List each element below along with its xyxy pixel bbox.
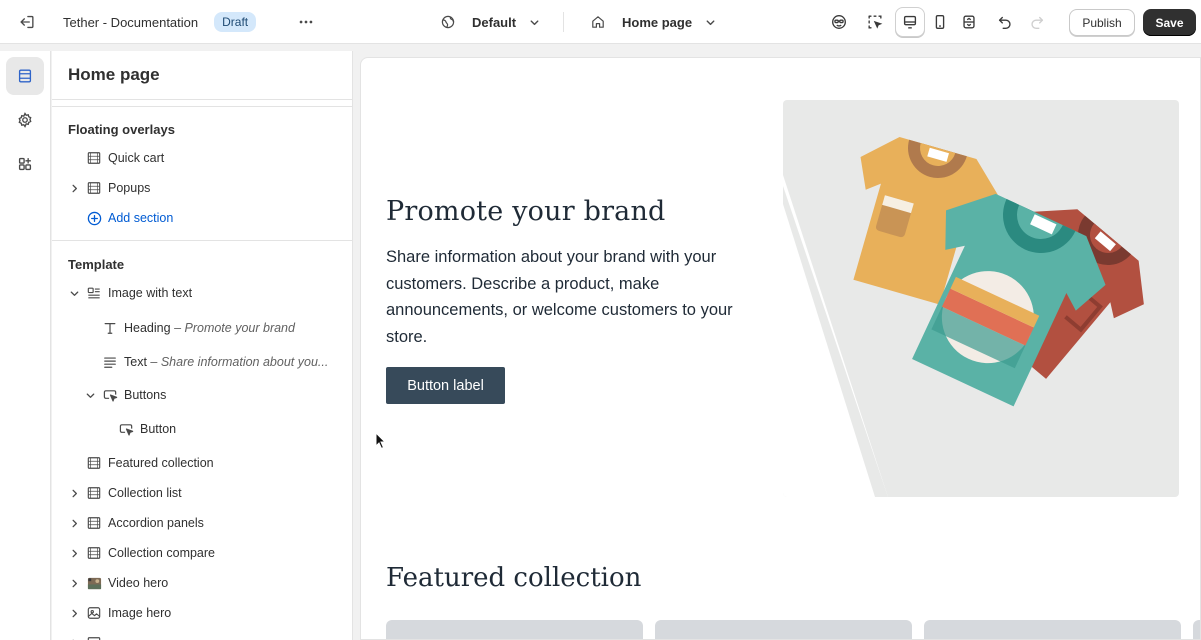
- block-item-sub: – Share information about you...: [150, 355, 329, 369]
- plus-circle-icon: [86, 210, 102, 226]
- chevron-down-icon[interactable]: [84, 389, 96, 401]
- chevron-down-icon[interactable]: [68, 287, 80, 299]
- redo-icon[interactable]: [1022, 7, 1052, 37]
- section-item-label: Collection list: [108, 486, 182, 500]
- button-block-icon: [118, 421, 134, 437]
- chevron-right-icon[interactable]: [68, 517, 80, 529]
- more-actions-icon[interactable]: [291, 7, 321, 37]
- desktop-view-icon[interactable]: [895, 7, 925, 37]
- divider: [52, 240, 352, 241]
- text-type-icon: [102, 320, 118, 336]
- group-title-template: Template: [68, 257, 125, 272]
- hero-heading[interactable]: Promote your brand: [386, 196, 666, 227]
- divider: [563, 12, 564, 32]
- page-selector-label: Home page: [622, 14, 693, 30]
- image-icon: [86, 605, 102, 621]
- top-bar: Tether - Documentation Draft Default Hom…: [0, 0, 1201, 44]
- product-card[interactable]: [1193, 620, 1200, 639]
- inspector-icon[interactable]: [860, 7, 890, 37]
- mobile-view-icon[interactable]: [925, 7, 955, 37]
- status-badge: Draft: [214, 12, 257, 32]
- section-item-collection-compare[interactable]: Collection compare: [52, 540, 352, 566]
- section-icon: [86, 515, 102, 531]
- chevron-down-icon: [704, 15, 718, 29]
- app-title: Tether - Documentation: [63, 14, 199, 30]
- theme-selector[interactable]: Default: [440, 0, 542, 44]
- settings-gear-icon[interactable]: [6, 101, 44, 139]
- full-width-icon[interactable]: [954, 7, 984, 37]
- hero-image[interactable]: [783, 100, 1179, 497]
- section-item-video-hero[interactable]: Video hero: [52, 570, 352, 596]
- section-icon: [86, 180, 102, 196]
- section-item-accordion-panels[interactable]: Accordion panels: [52, 510, 352, 536]
- sections-sidebar: Home page Floating overlays Quick cart P…: [52, 51, 353, 640]
- section-item-image-hero[interactable]: Image hero: [52, 600, 352, 626]
- product-card[interactable]: [924, 620, 1181, 639]
- video-thumbnail-icon: [86, 575, 102, 591]
- chevron-right-icon[interactable]: [68, 577, 80, 589]
- image-with-text-icon: [86, 285, 102, 301]
- save-button[interactable]: Save: [1143, 9, 1196, 36]
- section-icon: [86, 635, 102, 640]
- divider: [52, 106, 352, 107]
- block-item-label: Text: [124, 355, 147, 369]
- chevron-down-icon: [528, 15, 542, 29]
- product-card[interactable]: [386, 620, 643, 639]
- section-item-label: Accordion panels: [108, 516, 204, 530]
- exit-icon[interactable]: [12, 7, 42, 37]
- section-icon: [86, 455, 102, 471]
- section-icon: [86, 545, 102, 561]
- view-as-customer-icon[interactable]: [824, 7, 854, 37]
- block-item-heading[interactable]: Heading – Promote your brand: [52, 315, 352, 341]
- mouse-cursor-icon: [375, 432, 387, 450]
- featured-collection-heading[interactable]: Featured collection: [386, 563, 641, 593]
- home-icon: [590, 13, 608, 31]
- chevron-right-icon[interactable]: [68, 547, 80, 559]
- preview-canvas[interactable]: Promote your brand Share information abo…: [360, 57, 1201, 640]
- publish-button[interactable]: Publish: [1069, 9, 1135, 36]
- section-item-collection-list[interactable]: Collection list: [52, 480, 352, 506]
- add-section-label: Add section: [108, 211, 174, 225]
- block-item-buttons[interactable]: Buttons: [52, 382, 352, 408]
- hero-text[interactable]: Share information about your brand with …: [386, 244, 756, 350]
- button-block-icon: [102, 387, 118, 403]
- section-item-label: Collection compare: [108, 546, 215, 560]
- block-item-label: Heading: [124, 321, 171, 335]
- chevron-right-icon[interactable]: [68, 487, 80, 499]
- left-rail: [0, 51, 51, 640]
- block-item-label: Button: [140, 422, 177, 436]
- block-item-sub: – Promote your brand: [174, 321, 295, 335]
- section-item-label: Image hero: [108, 606, 172, 620]
- section-item-quick-cart[interactable]: Quick cart: [52, 145, 352, 171]
- undo-icon[interactable]: [990, 7, 1020, 37]
- globe-icon: [440, 13, 458, 31]
- section-item-image-with-text[interactable]: Image with text: [52, 280, 352, 306]
- sidebar-title: Home page: [68, 65, 160, 84]
- section-item-label: Featured collection: [108, 456, 214, 470]
- section-item-label: Image with text: [108, 286, 193, 300]
- chevron-right-icon[interactable]: [68, 182, 80, 194]
- hero-button[interactable]: Button label: [386, 367, 505, 404]
- section-icon: [86, 150, 102, 166]
- section-item-popups[interactable]: Popups: [52, 175, 352, 201]
- theme-selector-label: Default: [472, 14, 517, 30]
- product-card[interactable]: [655, 620, 912, 639]
- chevron-right-icon[interactable]: [68, 607, 80, 619]
- section-item-label: Popups: [108, 181, 151, 195]
- paragraph-icon: [102, 354, 118, 370]
- block-item-label: Buttons: [124, 388, 167, 402]
- sections-icon[interactable]: [6, 57, 44, 95]
- divider: [52, 99, 352, 100]
- block-item-text[interactable]: Text – Share information about you...: [52, 349, 352, 375]
- section-icon: [86, 485, 102, 501]
- block-item-button[interactable]: Button: [52, 416, 352, 442]
- section-item-label: Quick cart: [108, 151, 165, 165]
- section-item-featured-collection[interactable]: Featured collection: [52, 450, 352, 476]
- apps-icon[interactable]: [6, 145, 44, 183]
- section-item-partial[interactable]: [52, 630, 352, 640]
- group-title-floating-overlays: Floating overlays: [68, 122, 175, 137]
- page-selector[interactable]: Home page: [590, 0, 718, 44]
- section-item-label: Video hero: [108, 576, 169, 590]
- add-section-button[interactable]: Add section: [52, 205, 352, 231]
